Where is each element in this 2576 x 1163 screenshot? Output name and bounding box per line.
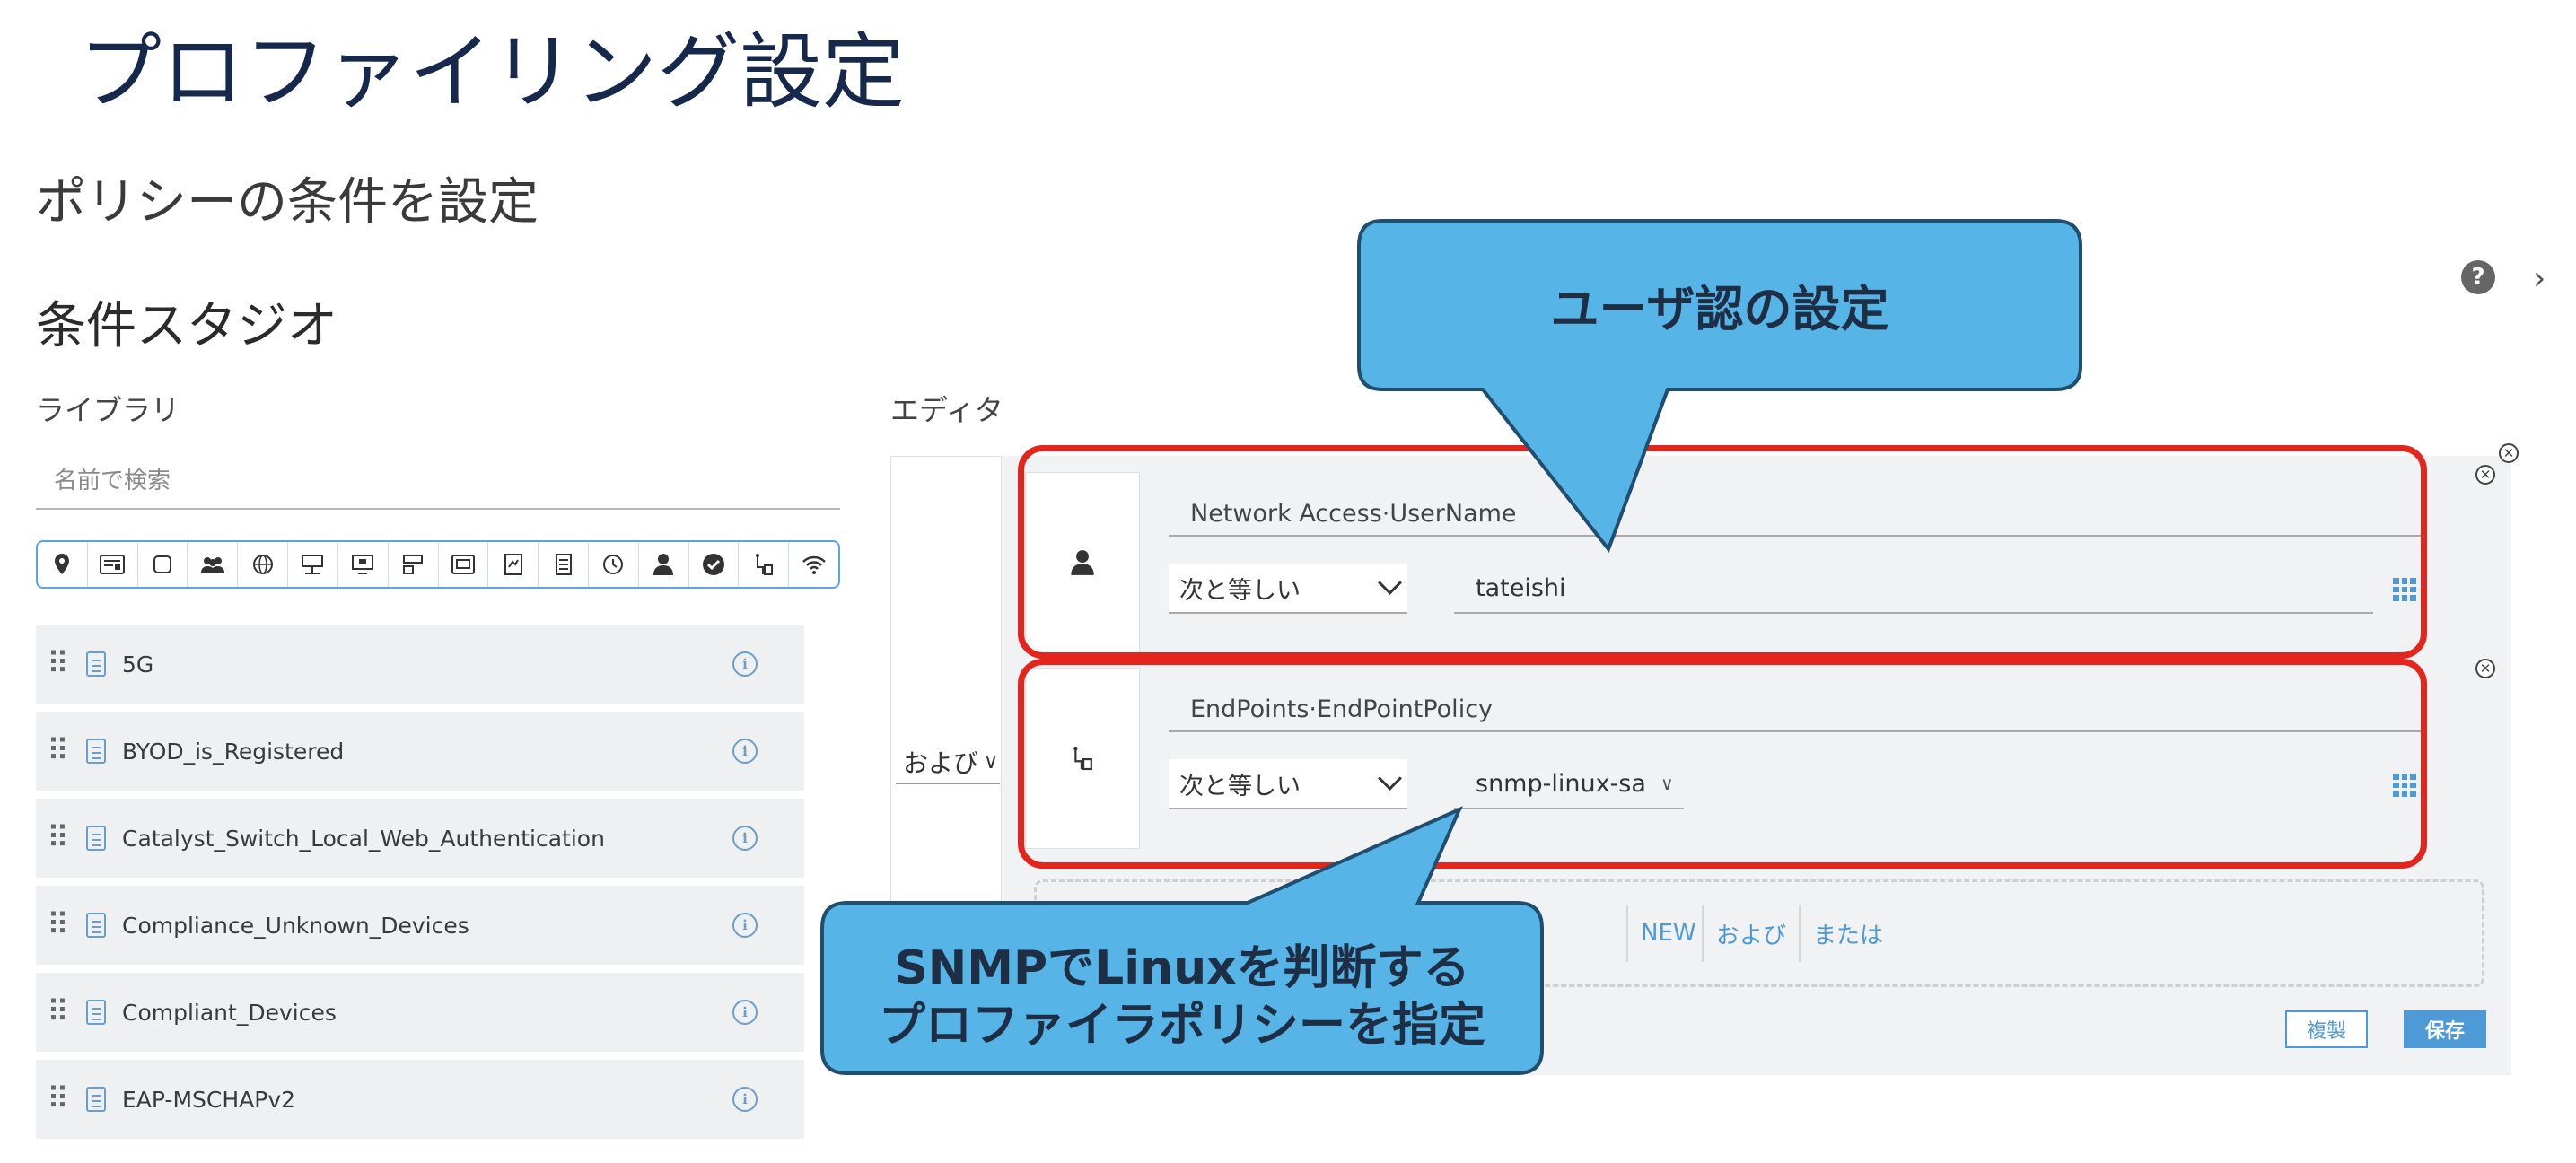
callout-bottom-line2: プロファイラポリシーを指定 <box>878 999 1485 1053</box>
callout-top-text: ユーザ認の設定 <box>1550 281 1889 337</box>
